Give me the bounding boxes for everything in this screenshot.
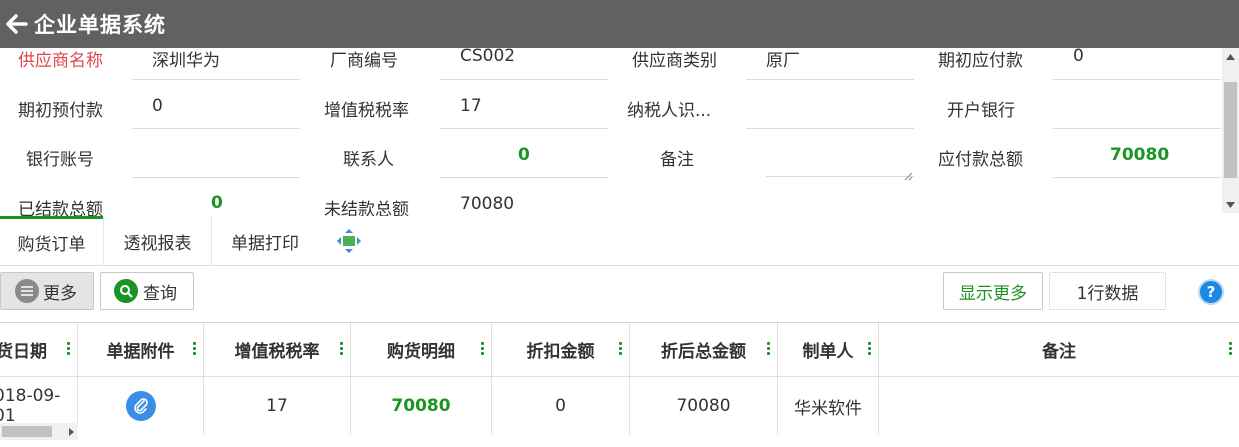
column-header-label: 购货明细 xyxy=(387,342,455,362)
search-icon xyxy=(114,279,138,303)
settled-total-label: 已结款总额 xyxy=(18,200,103,216)
scrollbar-thumb[interactable] xyxy=(1224,82,1237,178)
more-button-label: 更多 xyxy=(43,283,77,304)
column-header-total-after-discount[interactable]: 折后总金额 xyxy=(630,323,778,376)
cell-discount: 0 xyxy=(492,377,630,435)
payable-total-value: 70080 xyxy=(1110,145,1170,165)
column-header-label: 备注 xyxy=(1042,342,1076,362)
vat-rate-field[interactable]: 17 xyxy=(460,96,482,116)
expand-move-icon[interactable] xyxy=(336,228,362,254)
opening-payable-field[interactable]: 0 xyxy=(1073,48,1084,66)
cell-purchase-detail[interactable]: 70080 xyxy=(351,377,492,435)
column-header-vat-rate[interactable]: 增值税税率 xyxy=(204,323,351,376)
payable-total-label: 应付款总额 xyxy=(938,150,1023,170)
help-icon[interactable]: ? xyxy=(1198,279,1224,305)
field-underline xyxy=(132,177,300,178)
menu-icon xyxy=(15,279,39,303)
vendor-code-label: 厂商编号 xyxy=(330,51,398,71)
field-underline xyxy=(1053,177,1221,178)
column-menu-icon[interactable] xyxy=(1229,342,1233,357)
vendor-code-field[interactable]: CS002 xyxy=(460,48,515,66)
opening-payable-label: 期初应付款 xyxy=(938,51,1023,71)
column-menu-icon[interactable] xyxy=(868,342,872,357)
scrollbar-thumb[interactable] xyxy=(2,426,52,437)
supplier-type-label: 供应商类别 xyxy=(632,51,717,71)
column-header-label: 折扣金额 xyxy=(526,342,595,362)
column-header-discount[interactable]: 折扣金额 xyxy=(492,323,630,376)
textarea-resize-grip-icon[interactable] xyxy=(903,166,913,181)
column-header-date[interactable]: 货日期 xyxy=(0,323,78,376)
column-header-label: 制单人 xyxy=(802,342,854,362)
unsettled-total-value: 70080 xyxy=(460,194,515,214)
field-underline xyxy=(1053,128,1221,129)
column-menu-icon[interactable] xyxy=(619,342,623,357)
opening-prepay-label: 期初预付款 xyxy=(18,101,103,121)
more-button[interactable]: 更多 xyxy=(0,272,94,310)
field-underline xyxy=(440,128,608,129)
column-header-purchase-detail[interactable]: 购货明细 xyxy=(351,323,492,376)
field-underline xyxy=(746,128,914,129)
title-bar: 企业单据系统 xyxy=(0,0,1239,48)
field-underline xyxy=(1053,79,1221,80)
bank-account-label: 银行账号 xyxy=(26,150,94,170)
tab-purchase-order[interactable]: 购货订单 xyxy=(0,216,103,266)
tab-pivot-report[interactable]: 透视报表 xyxy=(103,216,211,266)
settled-total-value: 0 xyxy=(211,193,223,213)
contact-label: 联系人 xyxy=(343,150,394,170)
tab-bar: 购货订单 透视报表 单据打印 xyxy=(0,216,1239,266)
column-header-label: 增值税税率 xyxy=(234,342,320,362)
field-underline xyxy=(746,79,914,80)
remark-label: 备注 xyxy=(660,150,694,170)
app-title: 企业单据系统 xyxy=(34,13,166,37)
cell-attachment[interactable] xyxy=(78,377,204,435)
scroll-right-arrow-icon[interactable] xyxy=(66,426,76,437)
column-menu-icon[interactable] xyxy=(767,342,771,357)
column-horizontal-scrollbar[interactable] xyxy=(0,423,78,440)
show-more-button[interactable]: 显示更多 xyxy=(943,272,1043,310)
supplier-name-label: 供应商名称 xyxy=(18,51,103,71)
field-underline xyxy=(440,79,608,80)
back-arrow-icon[interactable] xyxy=(0,0,34,48)
scroll-down-arrow-icon[interactable] xyxy=(1222,196,1239,213)
scroll-up-arrow-icon[interactable] xyxy=(1222,48,1239,65)
supplier-type-field[interactable]: 原厂 xyxy=(766,48,800,71)
query-button-label: 查询 xyxy=(143,283,177,304)
column-header-label: 折后总金额 xyxy=(661,342,746,362)
paperclip-icon[interactable] xyxy=(125,391,156,421)
tab-divider xyxy=(0,265,1239,266)
taxpayer-id-label: 纳税人识... xyxy=(627,101,712,121)
cell-vat-rate: 17 xyxy=(204,377,351,435)
contact-field[interactable]: 0 xyxy=(518,145,530,165)
column-menu-icon[interactable] xyxy=(340,342,344,357)
column-menu-icon[interactable] xyxy=(67,342,71,357)
column-menu-icon[interactable] xyxy=(193,342,197,357)
column-header-creator[interactable]: 制单人 xyxy=(778,323,879,376)
row-count-indicator: 1行数据 xyxy=(1049,272,1166,310)
cell-creator: 华米软件 xyxy=(778,377,879,435)
field-underline xyxy=(440,177,608,178)
column-menu-icon[interactable] xyxy=(481,342,485,357)
column-header-label: 单据附件 xyxy=(106,342,175,362)
query-button[interactable]: 查询 xyxy=(100,272,194,310)
field-underline xyxy=(132,79,300,80)
supplier-form: 供应商名称 深圳华为 厂商编号 CS002 供应商类别 原厂 期初应付款 0 期… xyxy=(0,48,1222,216)
cell-total-after-discount: 70080 xyxy=(630,377,778,435)
unsettled-total-label: 未结款总额 xyxy=(324,200,409,216)
remark-textarea[interactable] xyxy=(766,145,914,177)
cell-remark xyxy=(879,377,1239,435)
field-underline xyxy=(132,128,300,129)
column-header-remark[interactable]: 备注 xyxy=(879,323,1239,376)
column-header-label: 货日期 xyxy=(0,342,47,362)
bank-label: 开户银行 xyxy=(947,101,1015,121)
opening-prepay-field[interactable]: 0 xyxy=(152,96,163,116)
vat-rate-label: 增值税税率 xyxy=(324,101,409,121)
supplier-name-field[interactable]: 深圳华为 xyxy=(152,48,220,71)
form-scrollbar[interactable] xyxy=(1222,48,1239,213)
cell-date-text: 018-09-01 xyxy=(0,386,61,426)
tab-print-documents[interactable]: 单据打印 xyxy=(211,216,318,266)
purchase-order-grid: 货日期 单据附件 增值税税率 购货明细 折扣金额 折后总金额 制单人 备注 01… xyxy=(0,322,1239,447)
column-header-attachment[interactable]: 单据附件 xyxy=(78,323,204,376)
